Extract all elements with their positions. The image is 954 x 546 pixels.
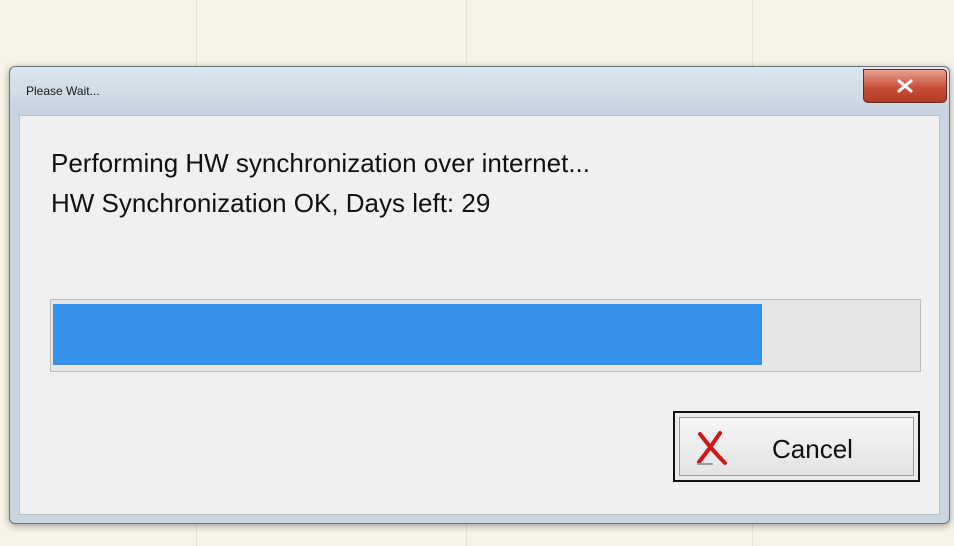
cancel-button-label: Cancel: [772, 434, 853, 464]
cancel-button[interactable]: Cancel: [673, 411, 920, 482]
progress-bar-fill: [53, 304, 762, 365]
close-icon: [897, 79, 913, 93]
please-wait-dialog: Please Wait... Performing HW synchroniza…: [9, 66, 950, 524]
close-button[interactable]: [863, 69, 947, 103]
title-bar[interactable]: Please Wait...: [10, 67, 949, 115]
red-x-icon: [697, 431, 727, 465]
status-message: Performing HW synchronization over inter…: [51, 148, 590, 178]
progress-bar: [50, 299, 921, 372]
dialog-content: Performing HW synchronization over inter…: [19, 115, 940, 515]
window-title: Please Wait...: [26, 84, 100, 98]
result-message: HW Synchronization OK, Days left: 29: [51, 188, 491, 218]
